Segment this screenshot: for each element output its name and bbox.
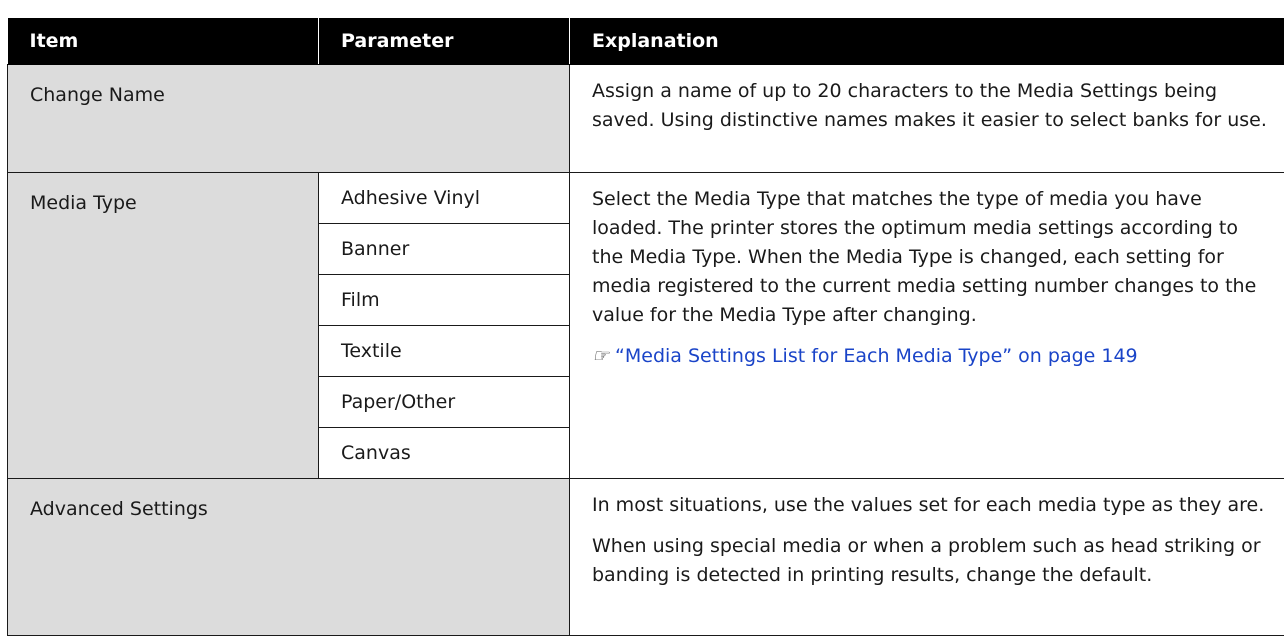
reference-arrow-icon: ☞ — [592, 345, 607, 367]
media-settings-list-link[interactable]: “Media Settings List for Each Media Type… — [615, 345, 1138, 367]
advanced-explanation-2: When using special media or when a probl… — [592, 532, 1274, 590]
table-row: Media Type Adhesive Vinyl Select the Med… — [8, 173, 1284, 224]
item-media-type: Media Type — [8, 173, 319, 479]
parameter-banner: Banner — [319, 224, 570, 275]
settings-table: Item Parameter Explanation Change Name A… — [7, 18, 1284, 636]
item-advanced-settings: Advanced Settings — [8, 479, 570, 636]
explanation-change-name: Assign a name of up to 20 characters to … — [570, 65, 1284, 173]
table-row: Advanced Settings In most situations, us… — [8, 479, 1284, 636]
parameter-paper-other: Paper/Other — [319, 377, 570, 428]
header-item: Item — [8, 18, 319, 65]
parameter-adhesive-vinyl: Adhesive Vinyl — [319, 173, 570, 224]
parameter-textile: Textile — [319, 326, 570, 377]
parameter-canvas: Canvas — [319, 428, 570, 479]
table-row: Change Name Assign a name of up to 20 ch… — [8, 65, 1284, 173]
advanced-explanation-1: In most situations, use the values set f… — [592, 491, 1274, 520]
header-row: Item Parameter Explanation — [8, 18, 1284, 65]
header-explanation: Explanation — [570, 18, 1284, 65]
explanation-media-type: Select the Media Type that matches the t… — [570, 173, 1284, 479]
media-type-reference: ☞ “Media Settings List for Each Media Typ… — [592, 342, 1274, 371]
header-parameter: Parameter — [319, 18, 570, 65]
explanation-advanced-settings: In most situations, use the values set f… — [570, 479, 1284, 636]
parameter-film: Film — [319, 275, 570, 326]
media-type-explanation-text: Select the Media Type that matches the t… — [592, 185, 1274, 330]
item-change-name: Change Name — [8, 65, 570, 173]
